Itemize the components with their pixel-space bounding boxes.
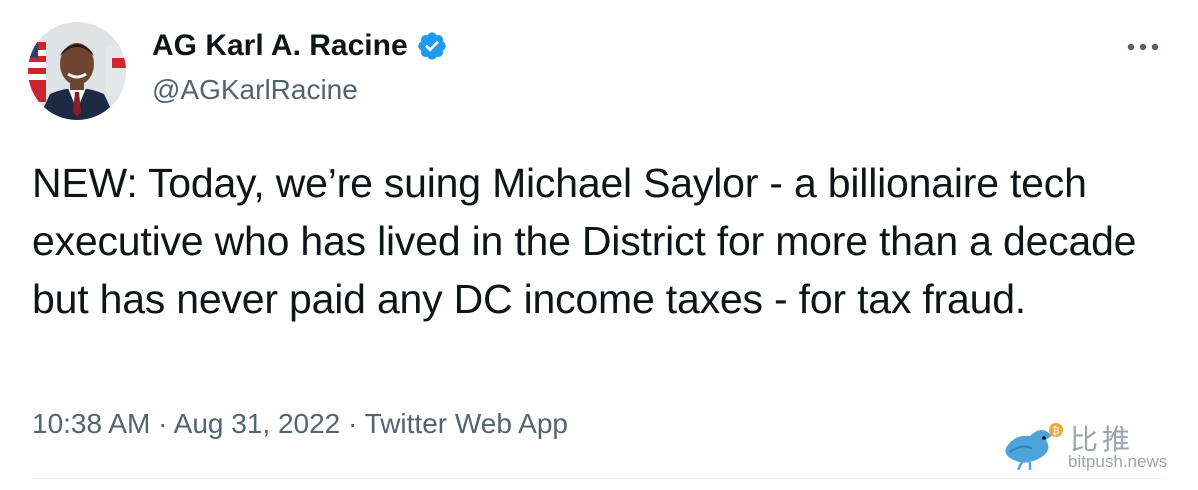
author-name-text[interactable]: AG Karl A. Racine — [152, 29, 408, 63]
tweet-source[interactable]: Twitter Web App — [365, 408, 568, 439]
author-avatar[interactable] — [28, 22, 126, 120]
meta-separator: · — [348, 408, 358, 439]
author-handle[interactable]: @AGKarlRacine — [152, 74, 358, 106]
watermark: ₿ 比推 bitpush.news — [1000, 416, 1186, 476]
avatar-image — [28, 22, 126, 120]
tweet-text: NEW: Today, we’re suing Michael Saylor -… — [32, 160, 1137, 322]
more-options-button[interactable] — [1120, 30, 1166, 64]
svg-text:₿: ₿ — [1052, 425, 1059, 437]
tweet-metadata: 10:38 AM · Aug 31, 2022 · Twitter Web Ap… — [32, 408, 568, 440]
divider — [32, 478, 1166, 479]
verified-badge-icon — [416, 30, 448, 62]
watermark-url: bitpush.news — [1068, 452, 1168, 471]
author-display-name[interactable]: AG Karl A. Racine — [152, 29, 448, 63]
more-horizontal-icon — [1127, 43, 1159, 51]
bird-logo-icon: ₿ — [1005, 423, 1063, 470]
tweet-date[interactable]: Aug 31, 2022 — [174, 408, 341, 439]
tweet-card: AG Karl A. Racine @AGKarlRacine NEW: Tod… — [0, 0, 1198, 490]
tweet-time[interactable]: 10:38 AM — [32, 408, 150, 439]
meta-separator: · — [158, 408, 168, 439]
